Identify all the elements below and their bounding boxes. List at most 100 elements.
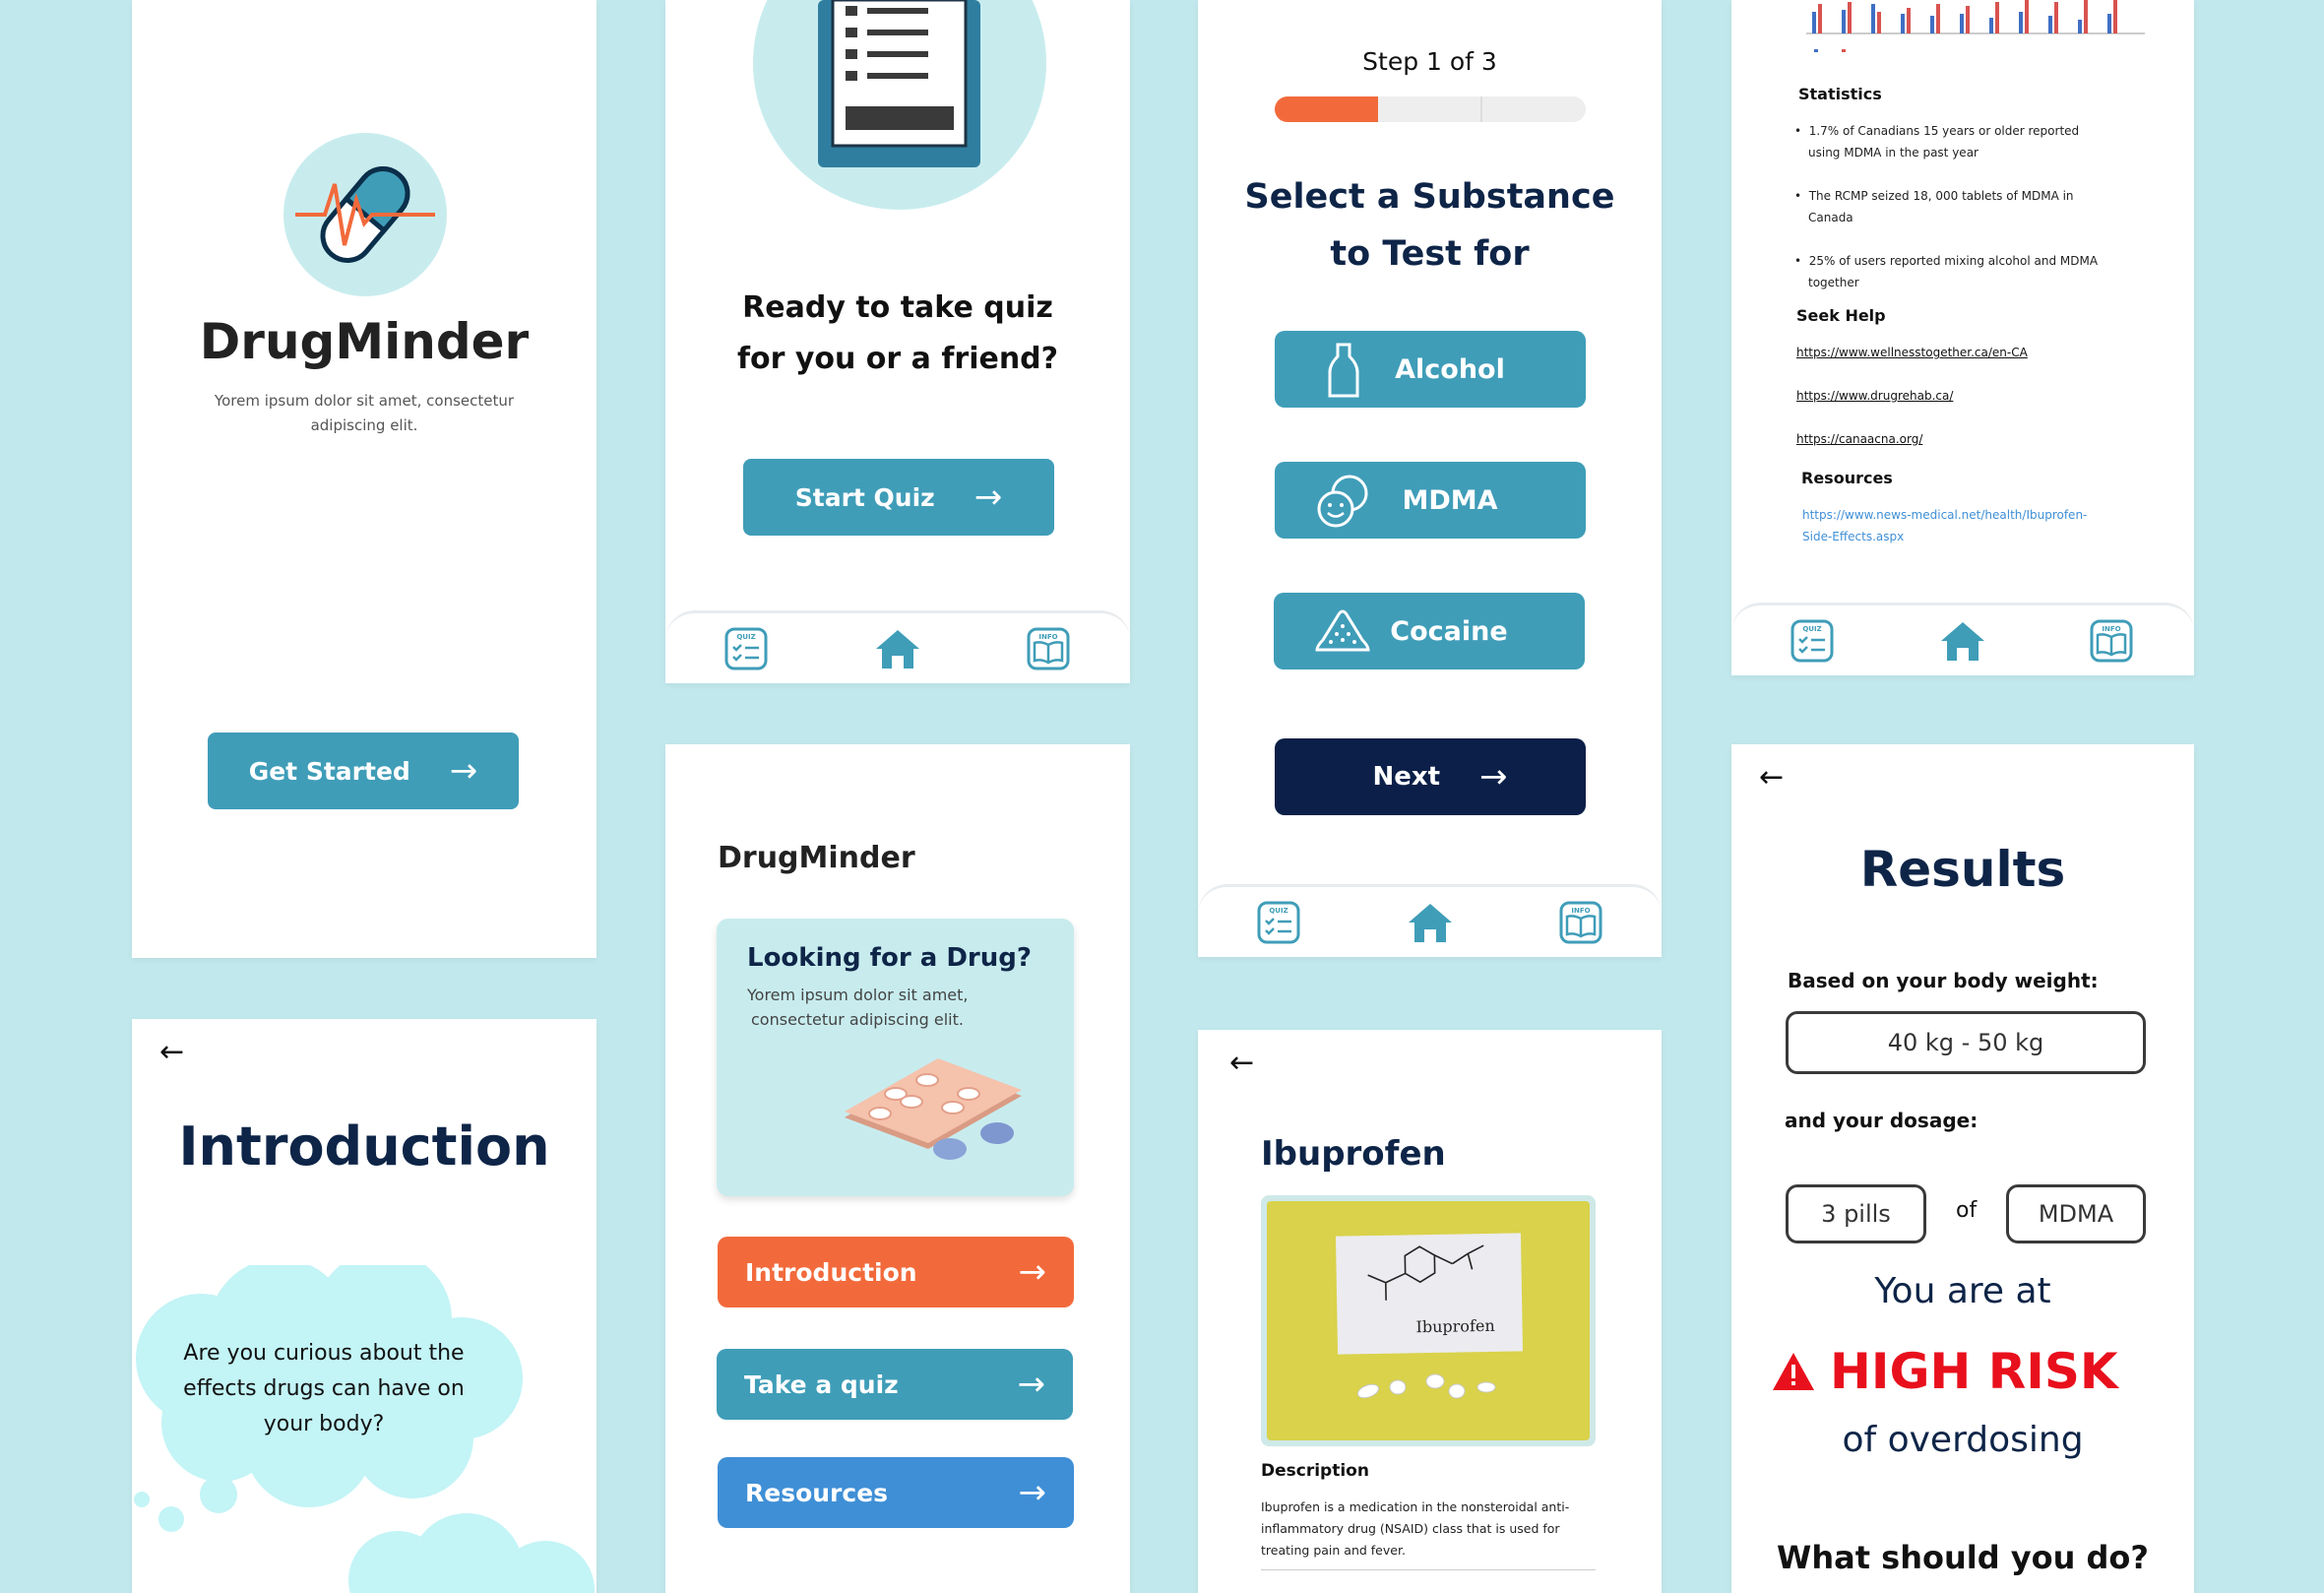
stat-line: Canada: [1808, 211, 1853, 224]
next-steps-heading: What should you do?: [1777, 1539, 2149, 1576]
arrow-right-icon: →: [1479, 757, 1508, 796]
stat-item: • 25% of users reported mixing alcohol a…: [1794, 250, 2098, 293]
overdose-text: of overdosing: [1842, 1420, 2084, 1460]
info-tab-text: INFO: [1571, 907, 1590, 915]
select-title-line2: to Test for: [1330, 234, 1530, 274]
quiz-tab-icon[interactable]: QUIZ: [1790, 619, 1834, 663]
home-tab-icon[interactable]: [874, 627, 921, 670]
alcohol-label: Alcohol: [1395, 353, 1505, 385]
weight-label: Based on your body weight:: [1788, 969, 2099, 992]
menu-quiz-label: Take a quiz: [744, 1370, 899, 1399]
tagline-line1: Yorem ipsum dolor sit amet, consectetur: [214, 392, 515, 410]
resource-link-line2[interactable]: Side-Effects.aspx: [1802, 530, 1904, 543]
mdma-option-button[interactable]: MDMA: [1275, 462, 1586, 539]
stat-line: • 1.7% of Canadians 15 years or older re…: [1794, 124, 2080, 138]
step-progress-fill: [1275, 96, 1379, 122]
drug-detail-screen: ← Ibuprofen Ibuprofen Description Ibupro…: [1198, 1030, 1662, 1593]
pill-heartbeat-icon: [295, 166, 435, 263]
back-arrow-icon[interactable]: ←: [1759, 760, 1784, 795]
molecule-icon: [1367, 1244, 1484, 1301]
info-tab-icon[interactable]: INFO: [1559, 901, 1602, 944]
divider: [1261, 1569, 1596, 1570]
tab-bar: QUIZ INFO: [665, 610, 1130, 683]
drug-search-card[interactable]: Looking for a Drug? Yorem ipsum dolor si…: [717, 919, 1074, 1196]
resource-link-line1[interactable]: https://www.news-medical.net/health/Ibup…: [1802, 508, 2087, 522]
stat-item: • 1.7% of Canadians 15 years or older re…: [1794, 120, 2079, 163]
dosage-label: and your dosage:: [1785, 1109, 1979, 1132]
arrow-right-icon: →: [449, 751, 478, 791]
home-app-title: DrugMinder: [718, 841, 915, 875]
next-label: Next: [1372, 762, 1441, 792]
menu-resources-label: Resources: [745, 1478, 889, 1507]
menu-quiz-button[interactable]: Take a quiz →: [717, 1349, 1073, 1420]
powder-pile-icon: [1315, 609, 1370, 652]
card-text-line2: consectetur adipiscing elit.: [751, 1010, 964, 1029]
quiz-prompt-line1: Ready to take quiz: [742, 290, 1053, 325]
get-started-button[interactable]: Get Started →: [208, 733, 519, 809]
substance-field[interactable]: MDMA: [2006, 1184, 2146, 1243]
start-quiz-label: Start Quiz: [794, 482, 935, 512]
info-tab-icon[interactable]: INFO: [2090, 619, 2133, 663]
warning-icon: [1773, 1353, 1814, 1390]
help-link[interactable]: https://www.wellnesstogether.ca/en-CA: [1796, 346, 2028, 359]
back-arrow-icon[interactable]: ←: [1229, 1046, 1254, 1080]
arrow-right-icon: →: [974, 478, 1003, 517]
cocaine-label: Cocaine: [1390, 615, 1508, 647]
help-link[interactable]: https://canaacna.org/: [1796, 432, 1922, 446]
quiz-start-screen: Ready to take quiz for you or a friend? …: [665, 0, 1130, 683]
of-text: of: [1956, 1198, 1978, 1223]
mini-bar-chart: [1806, 0, 2145, 52]
seek-help-heading: Seek Help: [1796, 306, 1886, 325]
quiz-prompt-line2: for you or a friend?: [736, 342, 1059, 376]
quiz-tab-icon[interactable]: QUIZ: [1257, 901, 1300, 944]
risk-intro-text: You are at: [1874, 1271, 2051, 1311]
quiz-tab-text: QUIZ: [1269, 907, 1288, 915]
next-button[interactable]: Next →: [1275, 738, 1586, 815]
resources-heading: Resources: [1801, 469, 1893, 487]
quiz-tab-text: QUIZ: [736, 633, 755, 641]
info-tab-text: INFO: [1038, 633, 1057, 641]
mdma-label: MDMA: [1402, 484, 1498, 516]
intro-title: Introduction: [178, 1115, 550, 1178]
question-line2: effects drugs can have on: [183, 1376, 465, 1401]
info-tab-icon[interactable]: INFO: [1027, 627, 1070, 670]
app-logo: [283, 133, 447, 296]
menu-resources-button[interactable]: Resources →: [718, 1457, 1074, 1528]
start-quiz-button[interactable]: Start Quiz →: [743, 459, 1054, 536]
quiz-tab-icon[interactable]: QUIZ: [724, 627, 768, 670]
risk-level-text: HIGH RISK: [1830, 1343, 2118, 1400]
help-link[interactable]: https://www.drugrehab.ca/: [1796, 389, 1953, 403]
home-tab-icon[interactable]: [1939, 619, 1986, 663]
drug-image: Ibuprofen: [1261, 1195, 1596, 1446]
tablets-illustration: [1356, 1373, 1496, 1399]
question-line1: Are you curious about the: [183, 1341, 465, 1366]
card-title: Looking for a Drug?: [747, 943, 1032, 973]
progress-divider: [1480, 96, 1482, 122]
select-substance-screen: Step 1 of 3 Select a Substance to Test f…: [1198, 0, 1662, 957]
arrow-right-icon: →: [1018, 1252, 1047, 1292]
info-tab-text: INFO: [2102, 625, 2120, 633]
weight-field[interactable]: 40 kg - 50 kg: [1786, 1011, 2146, 1074]
description-line3: treating pain and fever.: [1261, 1543, 1406, 1558]
question-line3: your body?: [263, 1412, 385, 1436]
menu-introduction-button[interactable]: Introduction →: [718, 1237, 1074, 1307]
home-tab-icon[interactable]: [1407, 901, 1454, 944]
pills-field[interactable]: 3 pills: [1786, 1184, 1926, 1243]
app-title: DrugMinder: [199, 313, 530, 370]
tab-bar: QUIZ INFO: [1731, 603, 2194, 675]
arrow-right-icon: →: [1018, 1473, 1047, 1512]
alcohol-option-button[interactable]: Alcohol: [1275, 331, 1586, 408]
bottle-icon: [1328, 343, 1359, 398]
cocaine-option-button[interactable]: Cocaine: [1274, 593, 1585, 669]
step-progress-track: [1275, 96, 1586, 122]
quiz-tab-text: QUIZ: [1802, 625, 1821, 633]
card-text-line1: Yorem ipsum dolor sit amet,: [747, 986, 969, 1004]
back-arrow-icon[interactable]: ←: [159, 1035, 184, 1069]
tab-bar: QUIZ INFO: [1198, 884, 1662, 957]
arrow-right-icon: →: [1017, 1365, 1046, 1404]
risk-level: HIGH RISK: [1771, 1343, 2118, 1400]
get-started-label: Get Started: [248, 756, 410, 786]
intro-screen: ← Introduction Are you curious about the…: [132, 1019, 597, 1593]
info-screen: Statistics • 1.7% of Canadians 15 years …: [1731, 0, 2194, 675]
stat-line: • 25% of users reported mixing alcohol a…: [1794, 254, 2099, 268]
